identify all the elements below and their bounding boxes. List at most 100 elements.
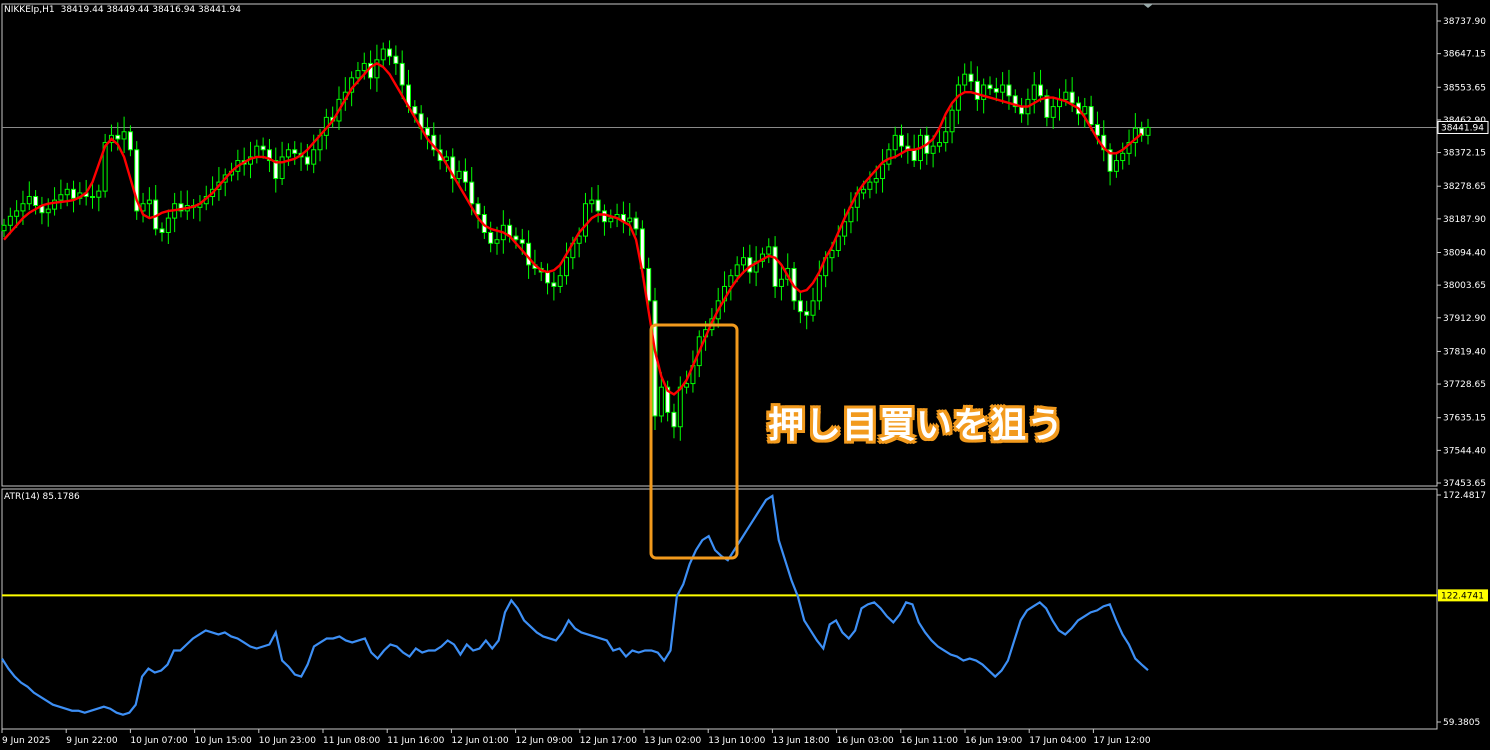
candle-body <box>627 217 633 223</box>
price-tick-label: 38737.90 <box>1443 17 1486 27</box>
candle-body <box>936 142 942 147</box>
time-tick-label: 9 Jun 22:00 <box>66 736 118 746</box>
candle-body <box>892 134 898 151</box>
atr-tick-label: 59.3805 <box>1443 718 1480 728</box>
candle-body <box>797 300 803 313</box>
candle-body <box>311 149 317 165</box>
candle-body <box>146 199 152 205</box>
candle-body <box>987 84 993 90</box>
candle-body <box>260 145 266 151</box>
price-tick-label: 37544.40 <box>1443 446 1486 456</box>
candle-body <box>526 242 532 266</box>
candle-body <box>968 73 974 82</box>
time-tick-label: 12 Jun 09:00 <box>516 736 573 746</box>
candle-body <box>165 217 171 233</box>
time-tick-label: 10 Jun 15:00 <box>195 736 252 746</box>
highlight-box <box>649 323 739 560</box>
scroll-marker-icon <box>1143 4 1153 8</box>
price-tick-label: 38187.90 <box>1443 215 1486 225</box>
price-tick-label: 38094.40 <box>1443 248 1486 258</box>
current-price-label: 38441.94 <box>1441 123 1484 133</box>
candle-body <box>20 203 26 212</box>
axis-layer: 38737.9038647.1538553.6538462.9038372.15… <box>1 4 1489 746</box>
candle-body <box>14 210 20 217</box>
candle-body <box>494 239 500 244</box>
candle-body <box>127 131 133 151</box>
price-tick-label: 38278.65 <box>1443 182 1486 192</box>
candle-body <box>658 386 664 417</box>
candle-body <box>677 386 683 428</box>
candle-body <box>361 62 367 72</box>
candle-body <box>816 275 822 302</box>
time-tick-label: 13 Jun 18:00 <box>772 736 829 746</box>
time-tick-label: 16 Jun 19:00 <box>965 736 1022 746</box>
candle-body <box>121 131 127 140</box>
candle-body <box>589 199 595 205</box>
candle-body <box>279 156 285 180</box>
candle-body <box>7 215 13 226</box>
price-tick-label: 38647.15 <box>1443 50 1486 60</box>
candle-body <box>684 383 690 388</box>
price-tick-label: 38372.15 <box>1443 149 1486 159</box>
candle-body <box>772 246 778 287</box>
symbol-header: NIKKEIp,H1 38419.44 38449.44 38416.94 384… <box>4 5 241 15</box>
candle-body <box>33 196 39 207</box>
time-tick-label: 17 Jun 12:00 <box>1093 736 1150 746</box>
candle-body <box>810 300 816 316</box>
candle-body <box>880 163 886 180</box>
candle-body <box>740 257 746 266</box>
candle-body <box>519 239 525 244</box>
candle-body <box>1120 152 1126 162</box>
candle-body <box>89 196 95 199</box>
candle-body <box>159 228 165 233</box>
candle-body <box>974 80 980 100</box>
candle-body <box>582 203 588 237</box>
candle-body <box>886 149 892 165</box>
time-tick-label: 9 Jun 2025 <box>2 736 50 746</box>
time-tick-label: 11 Jun 08:00 <box>323 736 380 746</box>
candle-body <box>1088 106 1094 126</box>
candle-body <box>734 264 740 277</box>
candle-body <box>766 246 772 255</box>
time-tick-label: 11 Jun 16:00 <box>387 736 444 746</box>
candle-body <box>564 257 570 277</box>
candle-body <box>551 282 557 287</box>
candle-body <box>1145 126 1151 136</box>
candle-body <box>993 88 999 93</box>
price-panel-frame <box>1 3 1438 487</box>
time-tick-label: 10 Jun 23:00 <box>259 736 316 746</box>
candle-body <box>475 203 481 216</box>
candle-body <box>96 190 102 198</box>
time-tick-label: 16 Jun 11:00 <box>901 736 958 746</box>
candle-body <box>930 145 936 154</box>
time-tick-label: 13 Jun 10:00 <box>708 736 765 746</box>
candle-body <box>671 411 677 428</box>
candle-body <box>1031 84 1037 100</box>
candle-body <box>778 278 784 287</box>
price-tick-label: 37728.65 <box>1443 380 1486 390</box>
candle-body <box>380 48 386 61</box>
candle-body <box>899 134 905 147</box>
candle-body <box>1069 91 1075 104</box>
candle-body <box>45 208 51 214</box>
candle-body <box>115 134 121 140</box>
candle-body <box>601 210 607 223</box>
candle-body <box>488 231 494 244</box>
candle-body <box>304 156 310 165</box>
candle-body <box>285 149 291 158</box>
candle-body <box>355 70 361 79</box>
candle-body <box>1082 106 1088 115</box>
candle-body <box>1063 91 1069 100</box>
atr-panel <box>1 488 1438 730</box>
candle-body <box>71 188 77 199</box>
candle-body <box>462 170 468 183</box>
candle-body <box>58 194 64 201</box>
price-tick-label: 38553.65 <box>1443 83 1486 93</box>
candle-body <box>962 73 968 86</box>
price-tick-label: 37912.90 <box>1443 314 1486 324</box>
candle-body <box>292 149 298 154</box>
candle-body <box>1006 84 1012 97</box>
candle-body <box>513 235 519 241</box>
atr-tick-label: 172.4817 <box>1443 491 1486 501</box>
candle-body <box>1094 124 1100 136</box>
